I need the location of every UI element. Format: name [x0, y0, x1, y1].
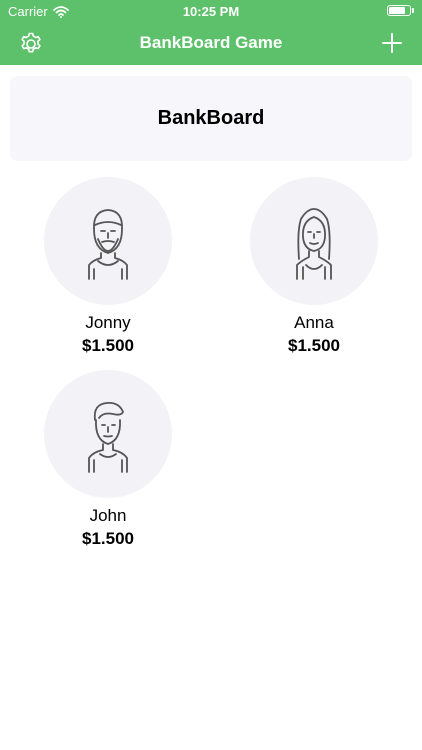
plus-icon[interactable]: [380, 31, 404, 55]
navigation-bar: BankBoard Game: [0, 22, 422, 65]
player-balance: $1.500: [82, 529, 134, 548]
nav-title: BankBoard Game: [139, 33, 283, 52]
player-card-anna[interactable]: Anna $1.500: [234, 177, 394, 356]
bearded-man-icon: [88, 209, 128, 280]
player-name: Jonny: [85, 313, 131, 332]
battery-fill: [389, 7, 405, 14]
player-card-john[interactable]: John $1.500: [28, 370, 188, 549]
player-balance: $1.500: [288, 336, 340, 355]
top-bar: Carrier 10:25 PM BankBoard Game: [0, 0, 422, 65]
app-screen: Carrier 10:25 PM BankBoard Game BankBoar…: [0, 0, 422, 750]
woman-long-hair-icon: [296, 208, 332, 280]
player-avatar: [250, 177, 378, 305]
status-time: 10:25 PM: [182, 4, 240, 19]
player-avatar: [44, 177, 172, 305]
player-name: John: [89, 506, 127, 525]
player-balance: $1.500: [82, 336, 134, 355]
battery-icon: [387, 5, 414, 16]
player-avatar: [44, 370, 172, 498]
man-icon: [88, 402, 128, 473]
board-card[interactable]: BankBoard: [10, 76, 412, 161]
board-title: BankBoard: [157, 107, 265, 129]
player-name: Anna: [294, 313, 334, 332]
player-card-jonny[interactable]: Jonny $1.500: [28, 177, 188, 356]
status-bar: Carrier 10:25 PM: [0, 0, 422, 22]
